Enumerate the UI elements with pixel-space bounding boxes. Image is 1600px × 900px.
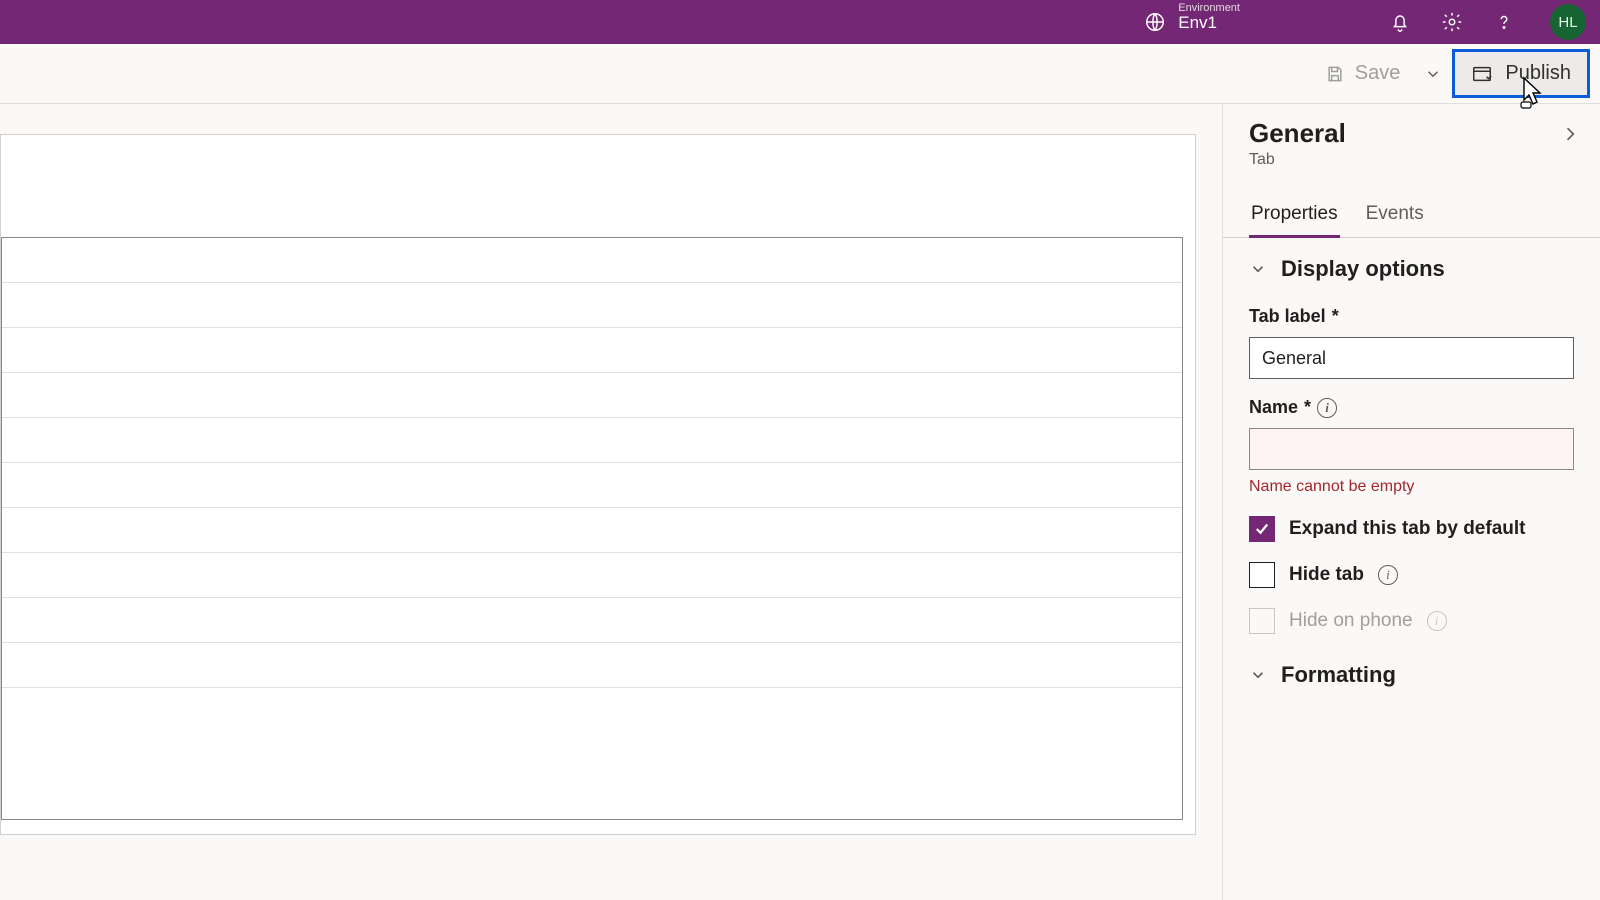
save-icon	[1325, 64, 1345, 84]
save-label: Save	[1355, 62, 1401, 85]
form-row[interactable]	[2, 508, 1182, 553]
properties-tabs: Properties Events	[1223, 193, 1600, 238]
command-bar: Save Publish	[0, 44, 1600, 104]
field-tab-label: Tab label *	[1223, 288, 1600, 379]
checkbox-hide-tab-box[interactable]	[1249, 562, 1275, 588]
form-row[interactable]	[2, 463, 1182, 508]
form-row[interactable]	[2, 283, 1182, 328]
publish-label: Publish	[1505, 62, 1571, 85]
form-row[interactable]	[2, 328, 1182, 373]
section-formatting: Formatting	[1223, 634, 1600, 688]
save-button[interactable]: Save	[1311, 54, 1415, 93]
publish-button[interactable]: Publish	[1452, 49, 1590, 98]
app-header: Environment Env1 HL	[0, 0, 1600, 44]
avatar[interactable]: HL	[1550, 4, 1586, 40]
form-grid[interactable]	[1, 237, 1183, 820]
field-name: Name * i Name cannot be empty	[1223, 379, 1600, 496]
tab-label-input[interactable]	[1249, 337, 1574, 379]
checkbox-hide-phone: Hide on phone i	[1223, 588, 1600, 634]
tab-label-label: Tab label	[1249, 306, 1326, 327]
section-title: Display options	[1281, 256, 1445, 282]
name-input[interactable]	[1249, 428, 1574, 470]
checkbox-hide-phone-box	[1249, 608, 1275, 634]
section-formatting-toggle[interactable]: Formatting	[1249, 662, 1574, 688]
pane-title: General	[1249, 118, 1574, 149]
publish-icon	[1471, 63, 1493, 85]
form-row[interactable]	[2, 598, 1182, 643]
checkbox-hide-tab[interactable]: Hide tab i	[1223, 542, 1600, 588]
save-dropdown[interactable]	[1414, 57, 1452, 91]
pane-subtitle: Tab	[1249, 151, 1574, 169]
environment-value: Env1	[1178, 14, 1240, 33]
workspace: General Tab Properties Events Display op…	[0, 104, 1600, 900]
form-canvas-area	[0, 104, 1222, 900]
info-icon[interactable]: i	[1378, 565, 1398, 585]
form-row[interactable]	[2, 373, 1182, 418]
info-icon[interactable]: i	[1317, 398, 1337, 418]
checkbox-hide-tab-label: Hide tab	[1289, 564, 1364, 586]
section-title: Formatting	[1281, 662, 1396, 688]
required-indicator: *	[1304, 397, 1311, 418]
help-icon[interactable]	[1492, 10, 1516, 34]
properties-pane: General Tab Properties Events Display op…	[1222, 104, 1600, 900]
globe-icon	[1144, 11, 1166, 33]
checkbox-hide-phone-label: Hide on phone	[1289, 610, 1413, 632]
name-label: Name	[1249, 397, 1298, 418]
checkbox-expand-default[interactable]: Expand this tab by default	[1223, 496, 1600, 542]
section-display-options: Display options	[1223, 238, 1600, 288]
chevron-down-icon	[1249, 260, 1267, 278]
name-error: Name cannot be empty	[1249, 478, 1574, 496]
form-canvas[interactable]	[0, 134, 1196, 835]
info-icon: i	[1427, 611, 1447, 631]
form-row[interactable]	[2, 553, 1182, 598]
gear-icon[interactable]	[1440, 10, 1464, 34]
tab-properties[interactable]: Properties	[1249, 193, 1340, 237]
section-display-options-toggle[interactable]: Display options	[1249, 256, 1574, 282]
bell-icon[interactable]	[1388, 10, 1412, 34]
tab-events[interactable]: Events	[1364, 193, 1426, 237]
form-row[interactable]	[2, 418, 1182, 463]
chevron-right-icon	[1249, 666, 1267, 684]
expand-pane-button[interactable]	[1556, 120, 1584, 148]
environment-label: Environment	[1178, 2, 1240, 14]
form-row[interactable]	[2, 238, 1182, 283]
environment-selector[interactable]: Environment Env1	[1144, 11, 1240, 33]
required-indicator: *	[1332, 306, 1339, 327]
form-row[interactable]	[2, 643, 1182, 688]
checkbox-expand-default-label: Expand this tab by default	[1289, 518, 1525, 540]
checkbox-expand-default-box[interactable]	[1249, 516, 1275, 542]
